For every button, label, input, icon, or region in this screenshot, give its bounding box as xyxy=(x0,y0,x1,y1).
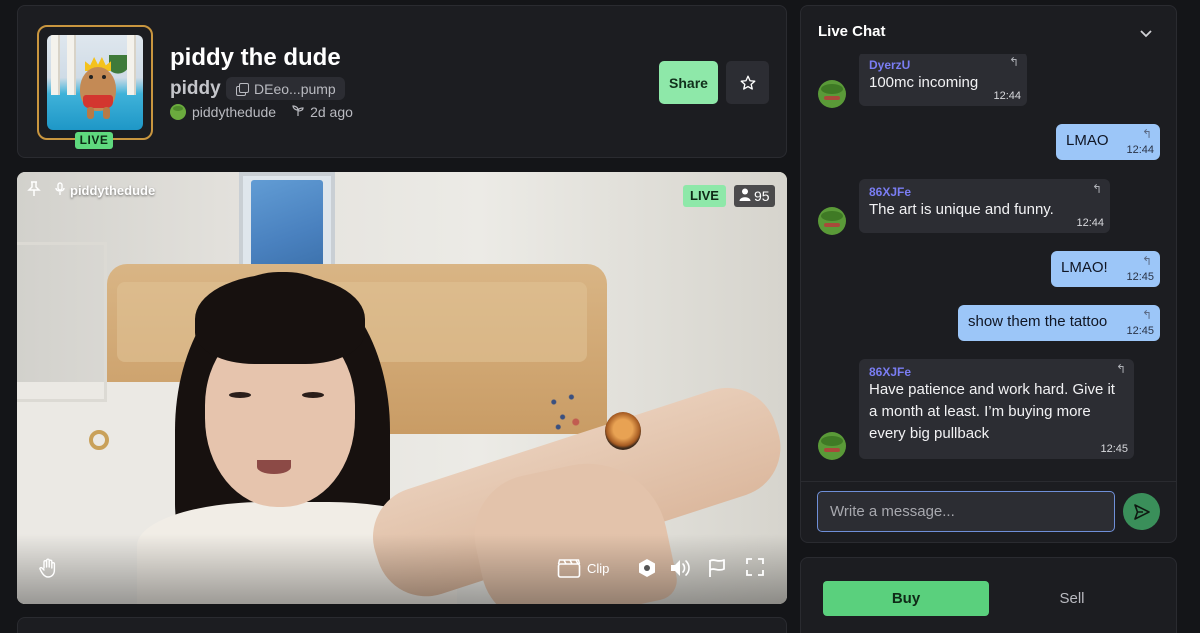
fullscreen-icon xyxy=(746,558,764,576)
volume-button[interactable] xyxy=(669,558,691,578)
buy-tab-button[interactable]: Buy xyxy=(823,581,989,616)
chat-message-own: show them the tattoo 12:45 ↰ xyxy=(958,305,1160,341)
chat-message-text: The art is unique and funny. xyxy=(869,201,1054,218)
created-ago: 2d ago xyxy=(310,104,353,120)
creator-row: piddythedude 2d ago xyxy=(170,104,353,120)
chat-timestamp: 12:45 xyxy=(1100,443,1128,455)
chat-title: Live Chat xyxy=(818,23,886,40)
viewer-count: 95 xyxy=(734,185,775,207)
chat-message: 86XJFe Have patience and work hard. Give… xyxy=(859,359,1134,459)
creator-link[interactable]: piddythedude xyxy=(192,104,276,120)
reply-icon[interactable]: ↰ xyxy=(1142,127,1152,141)
chat-username[interactable]: 86XJFe xyxy=(869,365,1124,379)
chat-username[interactable]: DyerzU xyxy=(869,58,1017,72)
chat-message-own: LMAO! 12:45 ↰ xyxy=(1051,251,1160,287)
contract-address: DEeo...pump xyxy=(254,80,336,97)
sell-tab-button[interactable]: Sell xyxy=(989,581,1155,616)
reply-icon[interactable]: ↰ xyxy=(1116,362,1126,376)
chat-timestamp: 12:44 xyxy=(1126,144,1154,156)
sprout-icon xyxy=(292,104,304,120)
creator-avatar xyxy=(170,104,186,120)
send-button[interactable] xyxy=(1123,493,1160,530)
coin-avatar-image xyxy=(47,35,143,130)
clip-icon xyxy=(557,559,581,578)
star-icon xyxy=(740,75,755,90)
collapse-chat-button[interactable] xyxy=(1139,26,1153,44)
share-button[interactable]: Share xyxy=(659,61,718,104)
chat-avatar[interactable] xyxy=(818,432,846,460)
favorite-button[interactable] xyxy=(726,61,769,104)
live-chat-panel: Live Chat DyerzU 100mc incoming 12:44 ↰ … xyxy=(800,5,1177,543)
reply-icon[interactable]: ↰ xyxy=(1142,308,1152,322)
video-controls: Clip xyxy=(17,558,787,588)
report-button[interactable] xyxy=(707,558,727,578)
send-icon xyxy=(1133,503,1150,520)
chat-timestamp: 12:45 xyxy=(1126,271,1154,283)
video-frame xyxy=(17,172,787,604)
coin-header-card: LIVE piddy the dude piddy DEeo...pump pi… xyxy=(17,5,787,158)
raise-hand-icon xyxy=(39,558,56,578)
chat-avatar[interactable] xyxy=(818,80,846,108)
chat-message-text: show them the tattoo xyxy=(968,313,1108,330)
coin-avatar[interactable] xyxy=(37,25,153,140)
quality-settings-button[interactable] xyxy=(638,558,656,578)
viewer-count-value: 95 xyxy=(754,188,770,204)
clip-label: Clip xyxy=(587,560,610,576)
reply-icon[interactable]: ↰ xyxy=(1009,55,1019,69)
chat-message: DyerzU 100mc incoming 12:44 ↰ xyxy=(859,54,1027,106)
live-video-player[interactable]: piddythedude LIVE 95 Clip xyxy=(17,172,787,604)
trade-panel: Buy Sell xyxy=(800,557,1177,633)
coin-ticker: piddy xyxy=(170,78,221,99)
streamer-name: piddythedude xyxy=(70,183,156,198)
chat-message-list[interactable]: DyerzU 100mc incoming 12:44 ↰ LMAO 12:44… xyxy=(801,54,1176,482)
fullscreen-button[interactable] xyxy=(746,558,764,576)
stream-live-badge: LIVE xyxy=(683,185,726,207)
clip-button[interactable]: Clip xyxy=(557,558,609,578)
chat-timestamp: 12:45 xyxy=(1126,325,1154,337)
copy-contract-button[interactable]: DEeo...pump xyxy=(226,77,345,100)
chat-message-input[interactable] xyxy=(817,491,1115,532)
chat-username[interactable]: 86XJFe xyxy=(869,185,1100,199)
coin-name: piddy the dude xyxy=(170,44,341,71)
pin-icon[interactable] xyxy=(27,181,41,200)
reply-icon[interactable]: ↰ xyxy=(1142,254,1152,268)
chevron-down-icon xyxy=(1140,30,1152,38)
chat-timestamp: 12:44 xyxy=(1076,217,1104,229)
reply-icon[interactable]: ↰ xyxy=(1092,182,1102,196)
copy-icon xyxy=(236,82,249,96)
chat-message: 86XJFe The art is unique and funny. 12:4… xyxy=(859,179,1110,233)
settings-hex-icon xyxy=(639,559,655,577)
microphone-icon xyxy=(55,182,65,199)
user-icon xyxy=(739,188,751,204)
chat-divider xyxy=(801,481,1176,482)
stream-info: piddythedude xyxy=(27,181,155,200)
raise-hand-button[interactable] xyxy=(39,558,57,578)
volume-icon xyxy=(671,560,690,576)
chat-avatar[interactable] xyxy=(818,207,846,235)
avatar-live-badge: LIVE xyxy=(75,132,113,149)
flag-icon xyxy=(709,559,725,577)
chat-message-own: LMAO 12:44 ↰ xyxy=(1056,124,1160,160)
lower-panel xyxy=(17,617,787,633)
chat-message-text: Have patience and work hard. Give it a m… xyxy=(869,381,1115,442)
chat-timestamp: 12:44 xyxy=(993,90,1021,102)
